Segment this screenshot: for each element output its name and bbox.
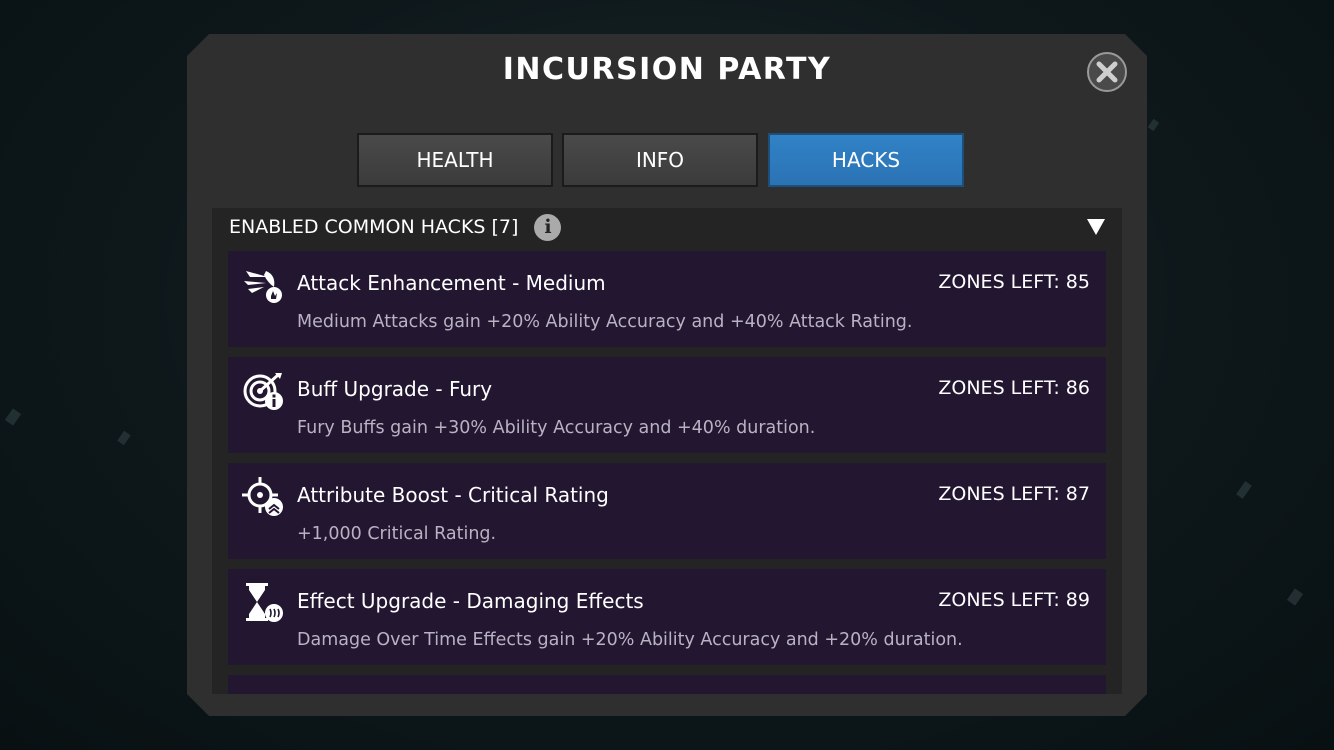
hack-name: Buff Upgrade - Fury bbox=[297, 377, 493, 401]
close-button[interactable] bbox=[1087, 52, 1127, 92]
zones-left: ZONES LEFT: 87 bbox=[938, 483, 1090, 505]
background-debris bbox=[1286, 588, 1304, 606]
zones-left: ZONES LEFT: 86 bbox=[938, 377, 1090, 399]
dialog-title: INCURSION PARTY bbox=[502, 52, 832, 87]
hack-row: Attribute Boost - Critical Rating ZONES … bbox=[228, 463, 1106, 559]
hack-row: Effect Upgrade - Damaging Effects ZONES … bbox=[228, 569, 1106, 665]
tab-info[interactable]: INFO bbox=[562, 133, 758, 187]
info-icon[interactable]: i bbox=[534, 213, 562, 241]
partial-hack-icon bbox=[242, 687, 286, 694]
close-x-icon bbox=[1096, 61, 1118, 83]
background-debris bbox=[4, 408, 22, 426]
hack-name: Effect Upgrade - Damaging Effects bbox=[297, 589, 644, 613]
section-header[interactable]: ENABLED COMMON HACKS [7] i bbox=[212, 208, 1122, 246]
section-title: ENABLED COMMON HACKS [7] bbox=[229, 216, 519, 238]
tab-health[interactable]: HEALTH bbox=[357, 133, 553, 187]
hacks-list[interactable]: ENABLED COMMON HACKS [7] i Attack Enhanc… bbox=[212, 208, 1122, 694]
hack-description: Medium Attacks gain +20% Ability Accurac… bbox=[297, 312, 913, 332]
hack-row: Buff Upgrade - Fury ZONES LEFT: 86 Fury … bbox=[228, 357, 1106, 453]
attack-enhancement-icon bbox=[244, 271, 282, 303]
tab-hacks[interactable]: HACKS bbox=[768, 133, 964, 187]
hack-name: Attack Enhancement - Medium bbox=[297, 271, 606, 295]
background-debris bbox=[117, 430, 131, 446]
hack-description: Damage Over Time Effects gain +20% Abili… bbox=[297, 630, 963, 650]
hack-row: Attack Enhancement - Medium ZONES LEFT: … bbox=[228, 251, 1106, 347]
triangle-down-icon[interactable] bbox=[1086, 218, 1106, 236]
hack-row bbox=[228, 675, 1106, 694]
zones-left: ZONES LEFT: 89 bbox=[938, 589, 1090, 611]
background-debris bbox=[1236, 481, 1252, 499]
zones-left: ZONES LEFT: 85 bbox=[938, 271, 1090, 293]
effect-upgrade-icon bbox=[246, 583, 283, 622]
buff-upgrade-icon bbox=[243, 373, 283, 410]
background-debris bbox=[1147, 118, 1160, 132]
hack-description: +1,000 Critical Rating. bbox=[297, 524, 497, 544]
hack-name: Attribute Boost - Critical Rating bbox=[297, 483, 609, 507]
attribute-boost-icon bbox=[242, 477, 283, 516]
hack-description: Fury Buffs gain +30% Ability Accuracy an… bbox=[297, 418, 816, 438]
